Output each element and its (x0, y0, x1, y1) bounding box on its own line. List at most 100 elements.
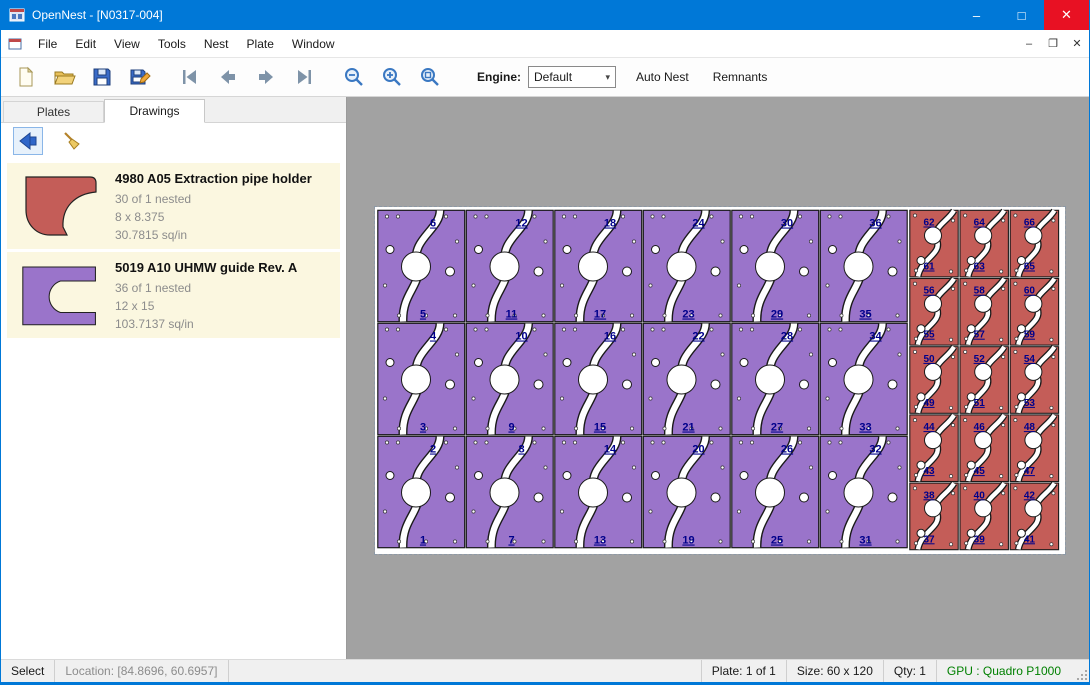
next-plate-button[interactable] (247, 60, 285, 94)
minimize-button[interactable]: – (954, 0, 999, 30)
nested-part-pair[interactable]: 1615 (555, 323, 642, 434)
last-plate-button[interactable] (285, 60, 323, 94)
nested-part-pair[interactable]: 43 (378, 323, 465, 434)
first-plate-button[interactable] (171, 60, 209, 94)
svg-text:34: 34 (869, 331, 882, 343)
svg-text:8: 8 (518, 444, 524, 456)
nested-part-pair[interactable]: 3231 (820, 436, 907, 547)
maximize-button[interactable]: □ (999, 0, 1044, 30)
nested-part-pair[interactable]: 2625 (732, 436, 819, 547)
nested-part-pair[interactable]: 5453 (1010, 347, 1058, 414)
nested-part-pair[interactable]: 65 (378, 210, 465, 321)
nested-part-pair[interactable]: 4847 (1010, 415, 1058, 482)
nested-part-pair[interactable]: 14 13 (555, 436, 642, 547)
menu-item-nest[interactable]: Nest (195, 30, 238, 57)
nested-part-pair[interactable]: 2019 (643, 436, 730, 547)
nested-part-pair[interactable]: 3837 (910, 483, 958, 550)
document-icon (7, 36, 23, 52)
nested-part-pair[interactable]: 4241 (1010, 483, 1058, 550)
svg-text:30: 30 (781, 218, 793, 230)
nested-part-pair[interactable]: 3029 (732, 210, 819, 321)
resize-grip[interactable] (1071, 660, 1089, 682)
menu-item-plate[interactable]: Plate (238, 30, 283, 57)
nested-part-pair[interactable]: 3635 (820, 210, 907, 321)
svg-text:57: 57 (974, 330, 986, 341)
svg-text:13: 13 (594, 535, 606, 547)
engine-select[interactable]: Default ▾ (528, 66, 616, 88)
import-drawing-button[interactable] (13, 127, 43, 155)
drawing-list-item-2[interactable]: 5019 A10 UHMW guide Rev. A 36 of 1 neste… (7, 252, 340, 338)
nested-part-pair[interactable]: 87 (466, 436, 553, 547)
auto-nest-button[interactable]: Auto Nest (632, 66, 693, 88)
nested-part-pair[interactable]: 109 (466, 323, 553, 434)
nested-part-pair[interactable]: 2423 (643, 210, 730, 321)
open-button[interactable] (45, 60, 83, 94)
nested-part-pair[interactable]: 5251 (960, 347, 1008, 414)
previous-arrow-icon (216, 65, 240, 89)
nested-part-pair[interactable]: 5655 (910, 279, 958, 346)
close-button[interactable]: ✕ (1044, 0, 1089, 30)
svg-text:7: 7 (508, 535, 514, 547)
svg-text:54: 54 (1024, 354, 1036, 365)
menu-item-tools[interactable]: Tools (149, 30, 195, 57)
nested-part-pair[interactable]: 4443 (910, 415, 958, 482)
svg-text:41: 41 (1024, 534, 1036, 545)
drawing-size: 8 x 8.375 (115, 208, 312, 226)
nested-part-pair[interactable]: 6059 (1010, 279, 1058, 346)
title-bar[interactable]: OpenNest - [N0317-004] – □ ✕ (1, 0, 1089, 30)
svg-text:59: 59 (1024, 330, 1036, 341)
nest-canvas[interactable]: 65 1211 1817 2423 3029 (347, 97, 1089, 659)
svg-text:5: 5 (420, 309, 426, 321)
svg-text:9: 9 (508, 422, 514, 434)
nested-part-pair[interactable]: 6261 (910, 210, 958, 277)
new-button[interactable] (7, 60, 45, 94)
save-button[interactable] (83, 60, 121, 94)
svg-text:17: 17 (594, 309, 606, 321)
mdi-restore-button[interactable]: ❐ (1041, 30, 1065, 57)
menu-item-file[interactable]: File (29, 30, 66, 57)
svg-text:39: 39 (974, 534, 986, 545)
mdi-minimize-button[interactable]: – (1017, 30, 1041, 57)
nested-part-pair[interactable]: 2221 (643, 323, 730, 434)
nested-part-pair[interactable]: 3433 (820, 323, 907, 434)
drawing-list-item-1[interactable]: 4980 A05 Extraction pipe holder 30 of 1 … (7, 163, 340, 249)
zoom-in-button[interactable] (373, 60, 411, 94)
drawings-toolbar (1, 123, 346, 159)
svg-text:21: 21 (682, 422, 694, 434)
zoom-out-button[interactable] (335, 60, 373, 94)
part-thumbnail-purple (9, 254, 111, 336)
svg-text:49: 49 (923, 398, 935, 409)
menu-item-window[interactable]: Window (283, 30, 344, 57)
menu-bar: File Edit View Tools Nest Plate Window –… (1, 30, 1089, 58)
nested-part-pair[interactable]: 1211 (466, 210, 553, 321)
mdi-close-button[interactable]: ✕ (1065, 30, 1089, 57)
svg-text:11: 11 (506, 309, 518, 321)
nested-part-pair[interactable]: 2827 (732, 323, 819, 434)
previous-plate-button[interactable] (209, 60, 247, 94)
close-icon: ✕ (1061, 7, 1072, 23)
nested-part-pair[interactable]: 21 (378, 436, 465, 547)
nested-part-pair[interactable]: 1817 (555, 210, 642, 321)
open-folder-icon (52, 65, 76, 89)
save-as-button[interactable] (121, 60, 159, 94)
svg-text:14: 14 (604, 444, 617, 456)
svg-text:45: 45 (974, 466, 986, 477)
engine-selected-value: Default (534, 70, 572, 84)
tab-plates[interactable]: Plates (3, 101, 104, 122)
nested-part-pair[interactable]: 6463 (960, 210, 1008, 277)
menu-item-edit[interactable]: Edit (66, 30, 105, 57)
menu-item-view[interactable]: View (105, 30, 149, 57)
plate[interactable]: 65 1211 1817 2423 3029 (375, 207, 1065, 554)
zoom-fit-button[interactable] (411, 60, 449, 94)
mdi-restore-icon: ❐ (1048, 37, 1058, 50)
nested-part-pair[interactable]: 5857 (960, 279, 1008, 346)
remnants-button[interactable]: Remnants (709, 66, 772, 88)
nested-part-pair[interactable]: 5049 (910, 347, 958, 414)
nested-part-pair[interactable]: 4039 (960, 483, 1008, 550)
clear-drawings-button[interactable] (57, 127, 87, 155)
nested-part-pair[interactable]: 6665 (1010, 210, 1058, 277)
svg-text:44: 44 (923, 422, 935, 433)
tab-drawings[interactable]: Drawings (104, 99, 205, 123)
nested-part-pair[interactable]: 4645 (960, 415, 1008, 482)
svg-text:63: 63 (974, 262, 986, 273)
